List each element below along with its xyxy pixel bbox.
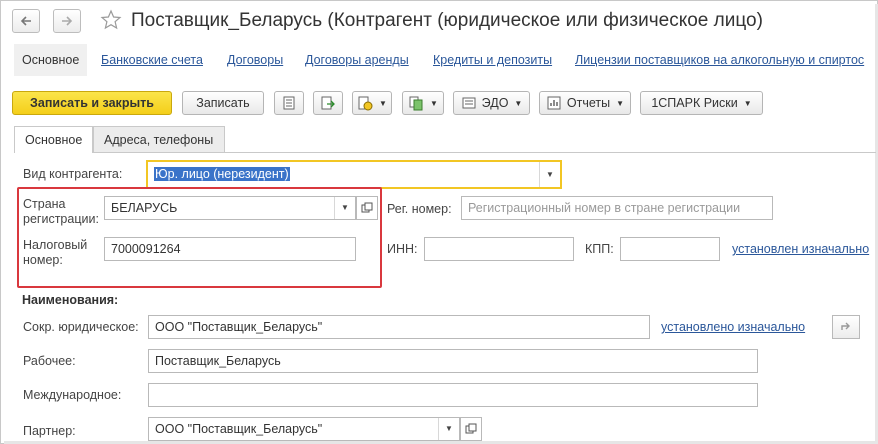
section-loans-deposits[interactable]: Кредиты и депозиты bbox=[433, 53, 552, 67]
inn-status-link[interactable]: установлен изначально bbox=[732, 242, 869, 256]
short-name-label: Сокр. юридическое: bbox=[23, 320, 139, 334]
arrow-left-icon bbox=[20, 16, 31, 26]
chevron-down-icon: ▼ bbox=[430, 98, 438, 108]
chevron-down-icon[interactable]: ▼ bbox=[438, 418, 459, 440]
section-licenses[interactable]: Лицензии поставщиков на алкогольную и сп… bbox=[575, 53, 864, 67]
save-button[interactable]: Записать bbox=[182, 91, 264, 115]
country-value: БЕЛАРУСЬ bbox=[111, 201, 178, 215]
work-name-input[interactable]: Поставщик_Беларусь bbox=[148, 349, 758, 373]
section-lease-contracts[interactable]: Договоры аренды bbox=[305, 53, 409, 67]
intl-name-label: Международное: bbox=[23, 388, 122, 402]
chevron-down-icon: ▼ bbox=[379, 98, 387, 108]
country-label: Страна регистрации: bbox=[23, 197, 99, 226]
save-and-close-button[interactable]: Записать и закрыть bbox=[12, 91, 172, 115]
refresh-name-button[interactable] bbox=[832, 315, 860, 339]
chevron-down-icon: ▼ bbox=[743, 98, 752, 108]
tab-addresses-phones[interactable]: Адреса, телефоны bbox=[93, 126, 225, 152]
reports-label: Отчеты bbox=[566, 96, 611, 110]
intl-name-input[interactable] bbox=[148, 383, 758, 407]
tab-main[interactable]: Основное bbox=[14, 126, 93, 153]
names-header: Наименования: bbox=[22, 293, 119, 307]
tax-number-input[interactable]: 7000091264 bbox=[104, 237, 356, 261]
work-name-label: Рабочее: bbox=[23, 354, 76, 368]
chevron-down-icon: ▼ bbox=[514, 98, 523, 108]
edo-icon bbox=[462, 97, 476, 109]
inn-input[interactable] bbox=[424, 237, 574, 261]
section-contracts[interactable]: Договоры bbox=[227, 53, 283, 67]
partner-label: Партнер: bbox=[23, 424, 76, 438]
reg-number-label: Рег. номер: bbox=[387, 202, 452, 216]
spark-risks-button[interactable]: 1СПАРК Риски ▼ bbox=[640, 91, 763, 115]
spark-risks-label: 1СПАРК Риски bbox=[651, 96, 738, 110]
open-icon bbox=[361, 202, 373, 213]
kpp-input[interactable] bbox=[620, 237, 720, 261]
edo-button[interactable]: ЭДО ▼ bbox=[453, 91, 530, 115]
structure-button[interactable]: ▼ bbox=[402, 91, 444, 115]
inn-label: ИНН: bbox=[387, 242, 418, 256]
country-select[interactable]: БЕЛАРУСЬ ▼ bbox=[104, 196, 356, 220]
open-country-button[interactable] bbox=[356, 196, 378, 220]
list-icon bbox=[283, 96, 295, 110]
back-button[interactable] bbox=[12, 9, 40, 33]
section-panel: Основное Банковские счета Договоры Догов… bbox=[14, 44, 876, 76]
partner-select[interactable]: ООО "Поставщик_Беларусь" ▼ bbox=[148, 417, 460, 441]
short-name-input[interactable]: ООО "Поставщик_Беларусь" bbox=[148, 315, 650, 339]
kind-select[interactable]: Юр. лицо (нерезидент) ▼ bbox=[146, 160, 562, 189]
kpp-label: КПП: bbox=[585, 242, 614, 256]
document-list-button[interactable] bbox=[274, 91, 304, 115]
open-icon bbox=[465, 423, 477, 434]
reports-button[interactable]: Отчеты ▼ bbox=[539, 91, 631, 115]
forward-button[interactable] bbox=[53, 9, 81, 33]
chevron-down-icon[interactable]: ▼ bbox=[334, 197, 355, 219]
arrow-icon bbox=[841, 322, 850, 330]
tax-number-label: Налоговый номер: bbox=[23, 238, 88, 267]
chevron-down-icon: ▼ bbox=[616, 98, 625, 108]
partner-value: ООО "Поставщик_Беларусь" bbox=[155, 422, 323, 436]
reg-number-input[interactable]: Регистрационный номер в стране регистрац… bbox=[461, 196, 773, 220]
short-name-status-link[interactable]: установлено изначально bbox=[661, 320, 805, 334]
section-main[interactable]: Основное bbox=[14, 44, 88, 76]
edo-label: ЭДО bbox=[481, 96, 509, 110]
document-clock-icon bbox=[358, 96, 373, 111]
documents-green-icon bbox=[409, 96, 423, 111]
section-bank-accounts[interactable]: Банковские счета bbox=[101, 53, 203, 67]
star-icon[interactable] bbox=[100, 9, 122, 31]
kind-label: Вид контрагента: bbox=[23, 167, 123, 181]
document-arrow-icon bbox=[321, 96, 335, 110]
arrow-right-icon bbox=[62, 16, 73, 26]
report-icon bbox=[547, 96, 561, 110]
create-based-on-button[interactable]: ▼ bbox=[352, 91, 392, 115]
open-partner-button[interactable] bbox=[460, 417, 482, 441]
kind-value: Юр. лицо (нерезидент) bbox=[154, 167, 290, 181]
print-button[interactable] bbox=[313, 91, 343, 115]
window-title: Поставщик_Беларусь (Контрагент (юридичес… bbox=[131, 10, 763, 31]
chevron-down-icon[interactable]: ▼ bbox=[539, 162, 560, 187]
